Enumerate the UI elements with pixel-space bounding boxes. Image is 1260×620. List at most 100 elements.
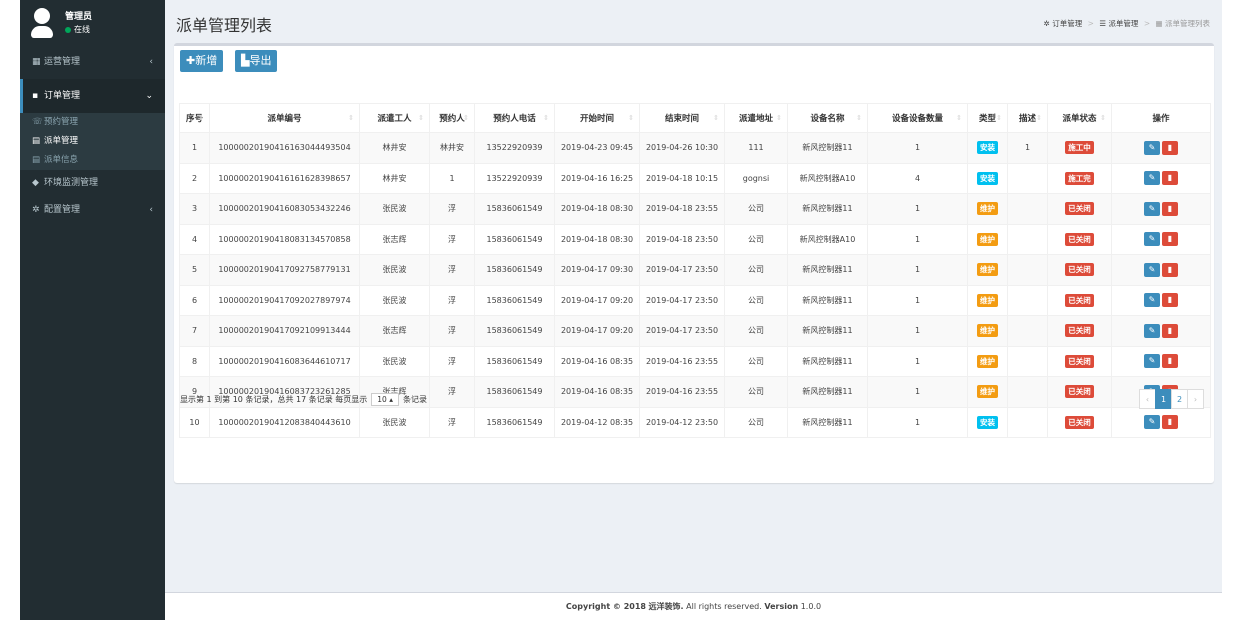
sidebar-item-dispatch-info[interactable]: ▤ 派单信息: [20, 151, 165, 170]
table-cell: 张民波: [359, 345, 430, 377]
column-header[interactable]: 派遣工人 ⇕: [359, 103, 430, 133]
sidebar-item-operations[interactable]: ▦ 运营管理 ‹: [20, 45, 165, 79]
table-cell: 2: [179, 162, 210, 194]
breadcrumb-level2[interactable]: 派单管理: [1108, 19, 1138, 28]
breadcrumb-level1[interactable]: 订单管理: [1052, 19, 1082, 28]
table-cell: 6: [179, 284, 210, 316]
column-header[interactable]: 设备设备数量 ⇕: [867, 103, 968, 133]
table-cell: 1: [867, 376, 968, 408]
table-cell: 4: [867, 162, 968, 194]
trash-icon[interactable]: ▮: [1162, 262, 1178, 277]
edit-icon[interactable]: ✎: [1144, 232, 1160, 247]
export-button[interactable]: ▙导出: [235, 50, 278, 72]
table-cell: 新风控制器11: [787, 132, 868, 164]
trash-icon[interactable]: ▮: [1162, 140, 1178, 155]
type-badge: 安装: [977, 415, 998, 429]
trash-icon[interactable]: ▮: [1162, 354, 1178, 369]
trash-icon[interactable]: ▮: [1162, 201, 1178, 216]
edit-icon[interactable]: ✎: [1144, 293, 1160, 308]
table-cell: 15836061549: [474, 315, 555, 347]
status-cell: 已关闭: [1047, 284, 1112, 316]
column-header[interactable]: 开始时间 ⇕: [554, 103, 640, 133]
trash-icon[interactable]: ▮: [1162, 232, 1178, 247]
table-cell: 张民波: [359, 193, 430, 225]
page-2-button[interactable]: 2: [1171, 389, 1188, 409]
column-header[interactable]: 派单编号 ⇕: [209, 103, 360, 133]
table-row: 4 10000020190418083134570858 张志辉浮 158360615…: [179, 223, 1211, 255]
pagination-info: 显示第 1 到第 10 条记录，总共 17 条记录 每页显示 10 ▴ 条记录: [180, 393, 427, 406]
table-cell: 2019-04-16 23:55: [639, 345, 725, 377]
table-cell: 新风控制器11: [787, 254, 868, 286]
trash-icon[interactable]: ▮: [1162, 323, 1178, 338]
sidebar-item-config[interactable]: ✲ 配置管理 ‹: [20, 196, 165, 224]
type-badge: 维护: [977, 293, 998, 307]
actions-cell: ✎▮: [1111, 345, 1211, 377]
column-header[interactable]: 设备名称 ⇕: [787, 103, 868, 133]
column-header[interactable]: 类型 ⇕: [967, 103, 1008, 133]
prev-page-button[interactable]: ‹: [1139, 389, 1156, 409]
trash-icon[interactable]: ▮: [1162, 171, 1178, 186]
table-cell: 4: [179, 223, 210, 255]
sort-icon: ⇕: [713, 114, 719, 122]
table-cell: 10000020190416163044493504: [209, 132, 360, 164]
chevron-left-icon: ‹: [149, 57, 153, 67]
edit-icon[interactable]: ✎: [1144, 171, 1160, 186]
table-cell: 浮: [429, 284, 475, 316]
table-cell: 2019-04-17 09:30: [554, 254, 640, 286]
list-icon: ▤: [32, 155, 41, 165]
sort-icon: ⇕: [348, 114, 354, 122]
table-cell: 3: [179, 193, 210, 225]
column-header[interactable]: 结束时间 ⇕: [639, 103, 725, 133]
sidebar-item-orders[interactable]: ▪ 订单管理 ⌄: [20, 79, 165, 113]
actions-cell: ✎▮: [1111, 406, 1211, 438]
table-cell: 5: [179, 254, 210, 286]
table-cell: 公司: [724, 345, 788, 377]
trash-icon[interactable]: ▮: [1162, 293, 1178, 308]
table-cell: 1: [867, 223, 968, 255]
sidebar-item-appointments[interactable]: ☏预约管理: [20, 113, 165, 132]
sort-icon: ⇕: [628, 114, 634, 122]
column-header[interactable]: 预约人电话 ⇕: [474, 103, 555, 133]
orders-submenu: ☏预约管理 ▤ 派单管理 ▤ 派单信息: [20, 113, 165, 170]
table-row: 10 10000020190412083840443610 张民波浮 15836061…: [179, 406, 1211, 438]
column-header[interactable]: 序号 ⇕: [179, 103, 210, 133]
next-page-button[interactable]: ›: [1187, 389, 1204, 409]
sidebar-item-environment[interactable]: ◆ 环境监测管理: [20, 170, 165, 196]
page-1-button[interactable]: 1: [1155, 389, 1172, 409]
sidebar-item-dispatch[interactable]: ▤ 派单管理: [20, 132, 165, 151]
online-dot-icon: [65, 26, 71, 33]
column-header[interactable]: 预约人 ⇕: [429, 103, 475, 133]
page-size-select[interactable]: 10 ▴: [371, 393, 399, 406]
edit-icon[interactable]: ✎: [1144, 415, 1160, 430]
table-header-row: 序号 ⇕ 派单编号 ⇕ 派遣工人 ⇕ 预约人 ⇕ 预约人电话 ⇕ 开始时间 ⇕ 结束时间 ⇕ 派遣地址 ⇕ 设备…: [179, 103, 1211, 133]
table-cell: 1: [1007, 132, 1048, 164]
edit-icon[interactable]: ✎: [1144, 354, 1160, 369]
column-header[interactable]: 描述 ⇕: [1007, 103, 1048, 133]
actions-cell: ✎▮: [1111, 284, 1211, 316]
status-badge: 已关闭: [1065, 293, 1094, 307]
edit-icon[interactable]: ✎: [1144, 262, 1160, 277]
table-row: 1 10000020190416163044493504 林井安 林井安 1352292…: [179, 132, 1211, 164]
status-cell: 已关闭: [1047, 193, 1112, 225]
edit-icon[interactable]: ✎: [1144, 201, 1160, 216]
sort-icon: ⇕: [996, 114, 1002, 122]
column-header[interactable]: 派遣地址 ⇕: [724, 103, 788, 133]
table-cell: 2019-04-16 08:35: [554, 345, 640, 377]
table-cell: 浮: [429, 376, 475, 408]
dashboard-icon: ▦: [32, 57, 41, 67]
trash-icon[interactable]: ▮: [1162, 415, 1178, 430]
company-link[interactable]: 远洋装饰.: [649, 602, 684, 611]
table-cell: 公司: [724, 193, 788, 225]
table-cell: 1: [867, 254, 968, 286]
status-badge: 已关闭: [1065, 324, 1094, 338]
edit-icon[interactable]: ✎: [1144, 140, 1160, 155]
table-cell: 111: [724, 132, 788, 164]
type-badge: 维护: [977, 202, 998, 216]
column-header[interactable]: 派单状态 ⇕: [1047, 103, 1112, 133]
table-cell: [1007, 284, 1048, 316]
table-row: 3 10000020190416083053432246 张民波浮 158360615…: [179, 193, 1211, 225]
add-button[interactable]: ✚新增: [180, 50, 224, 72]
tag-icon: ◆: [32, 178, 39, 188]
edit-icon[interactable]: ✎: [1144, 323, 1160, 338]
actions-cell: ✎▮: [1111, 132, 1211, 164]
